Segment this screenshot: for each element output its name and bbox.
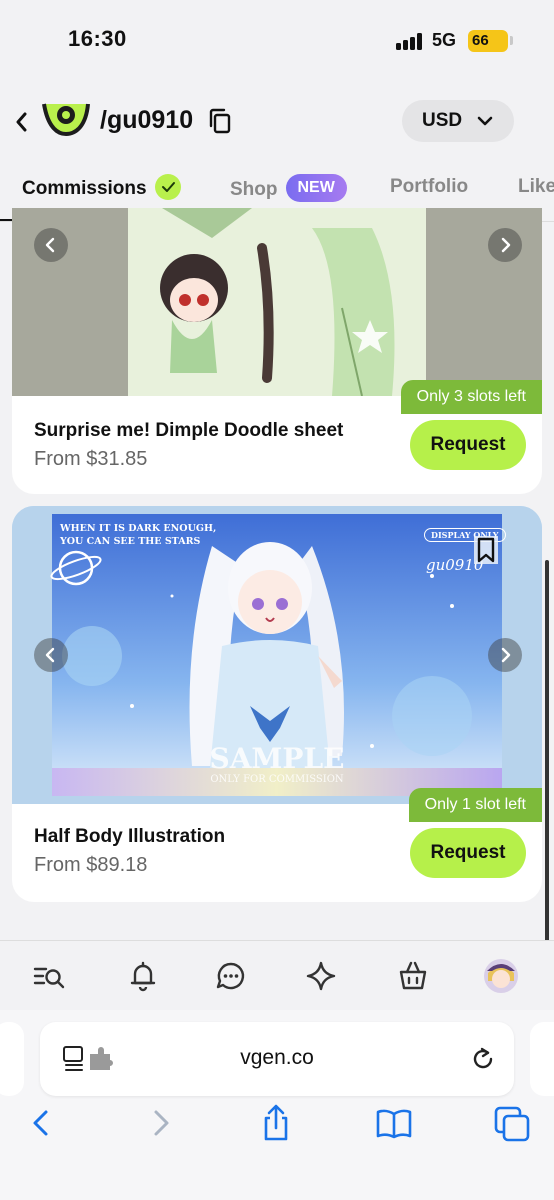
- battery-icon: 66: [468, 30, 513, 52]
- status-time: 16:30: [68, 26, 127, 51]
- commission-image[interactable]: [12, 208, 542, 396]
- battery-level: 66: [472, 32, 489, 49]
- tab-like[interactable]: Like: [518, 176, 554, 198]
- sample-watermark-sub: ONLY FOR COMMISSION: [210, 774, 344, 785]
- profile-username: /gu0910: [100, 106, 194, 134]
- next-tab-edge[interactable]: [530, 1022, 554, 1096]
- carousel-next-button[interactable]: [488, 638, 522, 672]
- tab-commissions-label: Commissions: [22, 178, 147, 200]
- check-badge-icon: [154, 174, 181, 200]
- forward-icon[interactable]: [140, 1104, 180, 1142]
- previous-tab-edge[interactable]: [0, 1022, 24, 1096]
- slots-badge: Only 3 slots left: [400, 380, 542, 414]
- reload-icon[interactable]: [470, 1046, 496, 1072]
- currency-label: USD: [422, 110, 463, 131]
- profile-header: /gu0910 USD: [0, 84, 554, 164]
- tab-portfolio[interactable]: Portfolio: [390, 176, 468, 198]
- bell-icon[interactable]: [126, 959, 160, 993]
- commission-title[interactable]: Half Body Illustration: [34, 826, 225, 848]
- carousel-prev-button[interactable]: [34, 228, 68, 262]
- carousel-next-button[interactable]: [488, 228, 522, 262]
- signal-icon: [396, 32, 426, 50]
- tab-shop-label: Shop: [230, 179, 278, 201]
- doodle-sheet-art: [12, 208, 542, 396]
- browser-chrome: vgen.co: [0, 1010, 554, 1200]
- avatar[interactable]: [484, 959, 518, 993]
- art-caption-line2: YOU CAN SEE THE STARS: [60, 536, 201, 547]
- chevron-left-icon: [45, 647, 55, 663]
- chevron-down-icon: [477, 116, 493, 126]
- back-chevron-icon[interactable]: [12, 108, 32, 136]
- carousel-prev-button[interactable]: [34, 638, 68, 672]
- chevron-right-icon: [501, 647, 511, 663]
- tab-commissions[interactable]: Commissions: [22, 174, 181, 202]
- art-caption-line1: WHEN IT IS DARK ENOUGH,: [60, 523, 217, 534]
- chat-icon[interactable]: [214, 959, 248, 993]
- bottom-nav: [0, 940, 554, 1010]
- bookmark-icon[interactable]: [474, 536, 498, 564]
- network-label: 5G: [432, 30, 457, 50]
- commission-price: From $31.85: [34, 448, 148, 470]
- share-icon[interactable]: [256, 1104, 296, 1142]
- commission-image[interactable]: WHEN IT IS DARK ENOUGH, YOU CAN SEE THE …: [12, 506, 542, 804]
- request-button[interactable]: Request: [410, 828, 526, 878]
- chevron-left-icon: [45, 237, 55, 253]
- commission-price: From $89.18: [34, 854, 148, 876]
- back-icon[interactable]: [22, 1104, 62, 1142]
- address-bar[interactable]: vgen.co: [40, 1022, 514, 1096]
- request-button[interactable]: Request: [410, 420, 526, 470]
- commission-card[interactable]: Only 3 slots left Surprise me! Dimple Do…: [12, 208, 542, 494]
- bag-icon[interactable]: [396, 959, 430, 993]
- copy-icon[interactable]: [208, 108, 232, 134]
- url-text[interactable]: vgen.co: [40, 1046, 514, 1070]
- tabs-icon[interactable]: [492, 1104, 532, 1142]
- slots-badge: Only 1 slot left: [408, 788, 542, 822]
- sample-watermark: SAMPLE: [209, 742, 345, 775]
- sparkle-icon[interactable]: [304, 959, 338, 993]
- search-list-icon[interactable]: [32, 959, 66, 993]
- status-bar: 16:30 5G 66: [0, 0, 554, 84]
- commission-title[interactable]: Surprise me! Dimple Doodle sheet: [34, 420, 343, 442]
- commission-card[interactable]: WHEN IT IS DARK ENOUGH, YOU CAN SEE THE …: [12, 506, 542, 902]
- bookmarks-icon[interactable]: [374, 1104, 414, 1142]
- vgen-logo-icon: [42, 103, 90, 136]
- currency-selector[interactable]: USD: [402, 100, 514, 142]
- new-badge: NEW: [285, 174, 347, 202]
- tab-shop[interactable]: Shop NEW: [230, 174, 347, 204]
- chevron-right-icon: [501, 237, 511, 253]
